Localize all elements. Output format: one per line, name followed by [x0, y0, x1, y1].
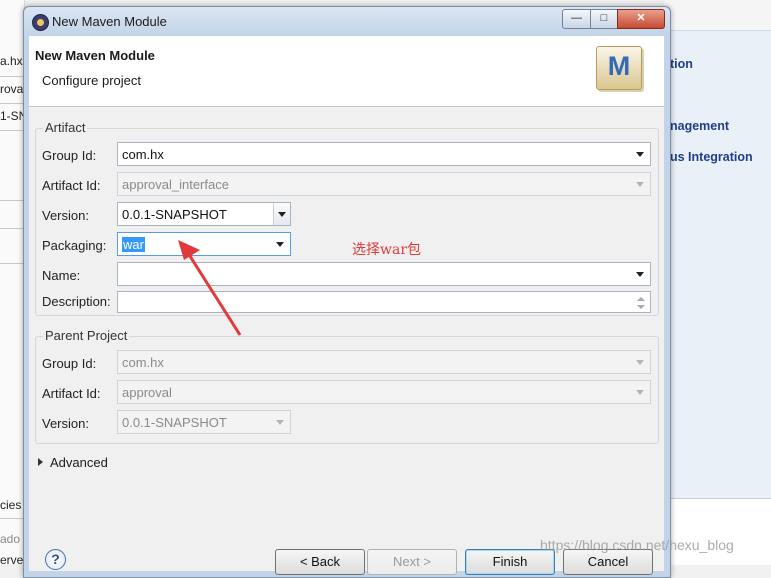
window-title: New Maven Module — [52, 14, 167, 29]
packaging-combo[interactable]: war — [117, 232, 291, 256]
chevron-down-icon[interactable] — [636, 152, 644, 157]
parent-version-value: 0.0.1-SNAPSHOT — [122, 415, 227, 430]
eclipse-icon — [32, 14, 49, 31]
packaging-label: Packaging: — [42, 238, 107, 253]
overview-link[interactable]: tion — [670, 57, 693, 71]
maven-logo-letter: M — [607, 51, 631, 81]
background-text-fragment: a.hx — [0, 54, 23, 68]
parent-artifact-id-value: approval — [122, 385, 172, 400]
dialog-titlebar[interactable]: New Maven Module — □ ✕ — [24, 7, 670, 35]
divider — [0, 130, 24, 131]
parent-version-label: Version: — [42, 416, 89, 431]
maximize-button[interactable]: □ — [590, 9, 618, 29]
dialog-content: New Maven Module Configure project M Art… — [29, 36, 664, 575]
parent-artifact-id-combo: approval — [117, 380, 651, 404]
chevron-down-icon — [276, 420, 284, 425]
overview-link[interactable]: nagement — [670, 119, 729, 133]
version-label: Version: — [42, 208, 89, 223]
back-button[interactable]: < Back — [275, 549, 365, 575]
artifact-section-label: Artifact — [43, 120, 88, 135]
advanced-label: Advanced — [50, 455, 108, 470]
divider — [0, 200, 24, 201]
packaging-value: war — [122, 237, 145, 252]
background-tab-fragment: cies — [0, 498, 22, 512]
version-combo[interactable]: 0.0.1-SNAPSHOT — [117, 202, 291, 226]
dropdown-button[interactable] — [273, 203, 290, 225]
parent-version-combo: 0.0.1-SNAPSHOT — [117, 410, 291, 434]
group-id-combo[interactable]: com.hx — [117, 142, 651, 166]
close-button[interactable]: ✕ — [617, 9, 665, 29]
overview-panel — [664, 30, 771, 499]
name-label: Name: — [42, 268, 81, 283]
scroll-down-icon[interactable] — [637, 305, 645, 309]
chevron-down-icon[interactable] — [636, 272, 644, 277]
next-button: Next > — [367, 549, 457, 575]
description-textarea[interactable] — [117, 291, 651, 313]
artifact-id-combo: approval_interface — [117, 172, 651, 196]
maven-logo-icon: M — [596, 46, 642, 90]
parent-group-id-combo: com.hx — [117, 350, 651, 374]
artifact-id-value: approval_interface — [122, 177, 229, 192]
divider — [0, 518, 24, 519]
overview-link[interactable]: us Integration — [670, 150, 753, 164]
help-icon[interactable]: ? — [45, 549, 66, 570]
name-combo[interactable] — [117, 262, 651, 286]
group-id-label: Group Id: — [42, 148, 97, 163]
scroll-up-icon[interactable] — [637, 297, 645, 301]
background-text-fragment: erve — [0, 553, 24, 567]
version-value: 0.0.1-SNAPSHOT — [122, 207, 227, 222]
parent-group-id-label: Group Id: — [42, 356, 97, 371]
divider — [0, 228, 24, 229]
watermark-text: https://blog.csdn.net/hexu_blog — [540, 537, 734, 553]
divider — [0, 103, 24, 104]
chevron-down-icon — [278, 212, 286, 217]
parent-section-label: Parent Project — [43, 328, 130, 343]
new-maven-module-dialog: New Maven Module — □ ✕ New Maven Module … — [23, 6, 671, 578]
divider — [0, 263, 24, 264]
divider — [0, 76, 24, 77]
advanced-expander[interactable]: Advanced — [38, 455, 108, 470]
parent-artifact-id-label: Artifact Id: — [42, 386, 101, 401]
background-lower-panel — [664, 498, 771, 565]
chevron-down-icon[interactable] — [276, 242, 284, 247]
wizard-header: New Maven Module Configure project M — [29, 36, 664, 107]
annotation-text: 选择war包 — [352, 242, 422, 258]
chevron-down-icon — [636, 390, 644, 395]
parent-group-id-value: com.hx — [122, 355, 164, 370]
background-editor-left: a.hx rova 1-SN cies ado erve — [0, 0, 27, 567]
artifact-id-label: Artifact Id: — [42, 178, 101, 193]
background-text-fragment: rova — [0, 82, 24, 96]
background-text-fragment: ado — [0, 532, 21, 546]
wizard-subtitle: Configure project — [42, 73, 141, 88]
description-label: Description: — [42, 294, 111, 309]
expand-arrow-icon[interactable] — [38, 458, 43, 466]
minimize-button[interactable]: — — [562, 9, 591, 29]
chevron-down-icon — [636, 182, 644, 187]
chevron-down-icon — [636, 360, 644, 365]
background-overview-panel: tion nagement us Integration — [664, 0, 771, 565]
wizard-title: New Maven Module — [35, 48, 155, 63]
group-id-value: com.hx — [122, 147, 164, 162]
